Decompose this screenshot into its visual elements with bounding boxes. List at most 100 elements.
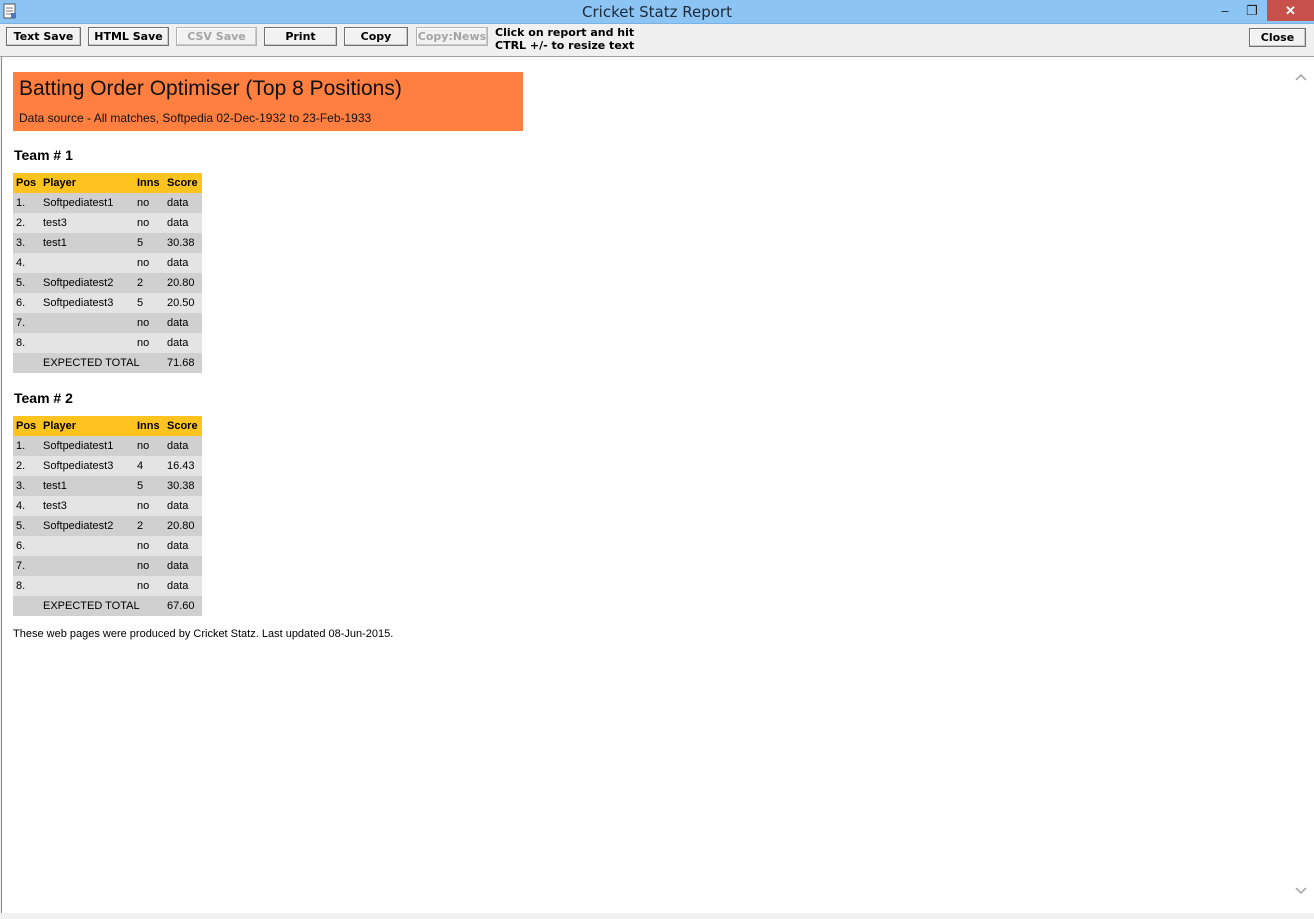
window-title: Cricket Statz Report <box>582 3 732 21</box>
column-header-inns: Inns <box>134 173 164 193</box>
report-title: Batting Order Optimiser (Top 8 Positions… <box>19 77 402 100</box>
table-row: 8. no data <box>13 333 202 353</box>
score-cell: data <box>164 556 202 576</box>
pos-cell: 4. <box>13 253 40 273</box>
table-row: 3. test1 5 30.38 <box>13 476 202 496</box>
report-subtitle: Data source - All matches, Softpedia 02-… <box>19 111 372 125</box>
total-row: EXPECTED TOTAL 67.60 <box>13 596 202 616</box>
score-cell: data <box>164 333 202 353</box>
pos-cell: 1. <box>13 436 40 456</box>
window-close-button[interactable]: ✕ <box>1267 0 1314 21</box>
table-row: 6. Softpediatest3 5 20.50 <box>13 293 202 313</box>
player-cell <box>40 333 134 353</box>
column-header-score: Score <box>164 416 202 436</box>
team-1-heading: Team # 1 <box>14 147 73 163</box>
inns-cell: 2 <box>134 516 164 536</box>
column-header-pos: Pos <box>13 416 40 436</box>
player-cell: Softpediatest3 <box>40 456 134 476</box>
inns-cell: no <box>134 496 164 516</box>
pos-cell: 2. <box>13 456 40 476</box>
restore-button[interactable]: ❐ <box>1237 0 1267 21</box>
score-cell: data <box>164 253 202 273</box>
close-icon: ✕ <box>1285 2 1296 18</box>
player-cell <box>40 313 134 333</box>
team-2-table: Pos Player Inns Score 1. Softpediatest1 no… <box>13 416 202 616</box>
column-header-pos: Pos <box>13 173 40 193</box>
pos-cell: 4. <box>13 496 40 516</box>
chevron-down-icon[interactable] <box>1295 885 1307 897</box>
column-header-inns: Inns <box>134 416 164 436</box>
pos-cell: 3. <box>13 233 40 253</box>
inns-cell: no <box>134 536 164 556</box>
team-2-heading: Team # 2 <box>14 390 73 406</box>
table-row: 3. test1 5 30.38 <box>13 233 202 253</box>
score-cell: 30.38 <box>164 233 202 253</box>
table-row: 7. no data <box>13 313 202 333</box>
inns-cell: 5 <box>134 233 164 253</box>
total-row: EXPECTED TOTAL 71.68 <box>13 353 202 373</box>
table-row: 6. no data <box>13 536 202 556</box>
score-cell: data <box>164 213 202 233</box>
inns-cell: no <box>134 193 164 213</box>
report-view[interactable]: Batting Order Optimiser (Top 8 Positions… <box>1 57 1289 913</box>
score-cell: data <box>164 576 202 596</box>
score-cell: data <box>164 536 202 556</box>
resize-hint: Click on report and hit CTRL +/- to resi… <box>495 26 634 52</box>
pos-cell: 6. <box>13 293 40 313</box>
close-button[interactable]: Close <box>1249 28 1306 47</box>
inns-cell: 4 <box>134 456 164 476</box>
minimize-button[interactable]: – <box>1210 0 1240 21</box>
text-save-button[interactable]: Text Save <box>6 27 81 46</box>
player-cell: test3 <box>40 496 134 516</box>
score-cell: 20.50 <box>164 293 202 313</box>
player-cell: test1 <box>40 233 134 253</box>
table-row: 1. Softpediatest1 no data <box>13 193 202 213</box>
pos-cell: 8. <box>13 333 40 353</box>
pos-cell: 1. <box>13 193 40 213</box>
player-cell <box>40 253 134 273</box>
table-row: 4. test3 no data <box>13 496 202 516</box>
player-cell: test3 <box>40 213 134 233</box>
inns-cell: no <box>134 313 164 333</box>
table-row: 4. no data <box>13 253 202 273</box>
player-cell: Softpediatest2 <box>40 273 134 293</box>
score-cell: data <box>164 193 202 213</box>
score-cell: 30.38 <box>164 476 202 496</box>
html-save-button[interactable]: HTML Save <box>88 27 169 46</box>
score-cell: data <box>164 313 202 333</box>
player-cell: Softpediatest3 <box>40 293 134 313</box>
total-label: EXPECTED TOTAL <box>40 353 164 373</box>
table-row: 8. no data <box>13 576 202 596</box>
inns-cell: no <box>134 576 164 596</box>
inns-cell: 5 <box>134 293 164 313</box>
table-row: 5. Softpediatest2 2 20.80 <box>13 516 202 536</box>
player-cell <box>40 536 134 556</box>
report-banner: Batting Order Optimiser (Top 8 Positions… <box>13 72 523 131</box>
inns-cell: no <box>134 333 164 353</box>
footer-note: These web pages were produced by Cricket… <box>13 628 394 640</box>
minimize-icon: – <box>1221 3 1229 18</box>
inns-cell: 2 <box>134 273 164 293</box>
pos-cell: 3. <box>13 476 40 496</box>
copy-news-button[interactable]: Copy:News <box>416 27 488 46</box>
player-cell: test1 <box>40 476 134 496</box>
player-cell: Softpediatest2 <box>40 516 134 536</box>
chevron-up-icon[interactable] <box>1295 71 1307 83</box>
inns-cell: no <box>134 556 164 576</box>
inns-cell: 5 <box>134 476 164 496</box>
score-cell: data <box>164 496 202 516</box>
table-header-row: Pos Player Inns Score <box>13 416 202 436</box>
copy-button[interactable]: Copy <box>344 27 408 46</box>
table-row: 5. Softpediatest2 2 20.80 <box>13 273 202 293</box>
table-row: 1. Softpediatest1 no data <box>13 436 202 456</box>
vertical-scrollbar[interactable] <box>1289 57 1314 913</box>
player-cell: Softpediatest1 <box>40 436 134 456</box>
table-row: 2. test3 no data <box>13 213 202 233</box>
score-cell: 20.80 <box>164 516 202 536</box>
table-row: 7. no data <box>13 556 202 576</box>
hint-line-1: Click on report and hit <box>495 26 635 39</box>
team-1-table: Pos Player Inns Score 1. Softpediatest1 no… <box>13 173 202 373</box>
print-button[interactable]: Print <box>264 27 337 46</box>
csv-save-button[interactable]: CSV Save <box>176 27 257 46</box>
score-cell: 20.80 <box>164 273 202 293</box>
